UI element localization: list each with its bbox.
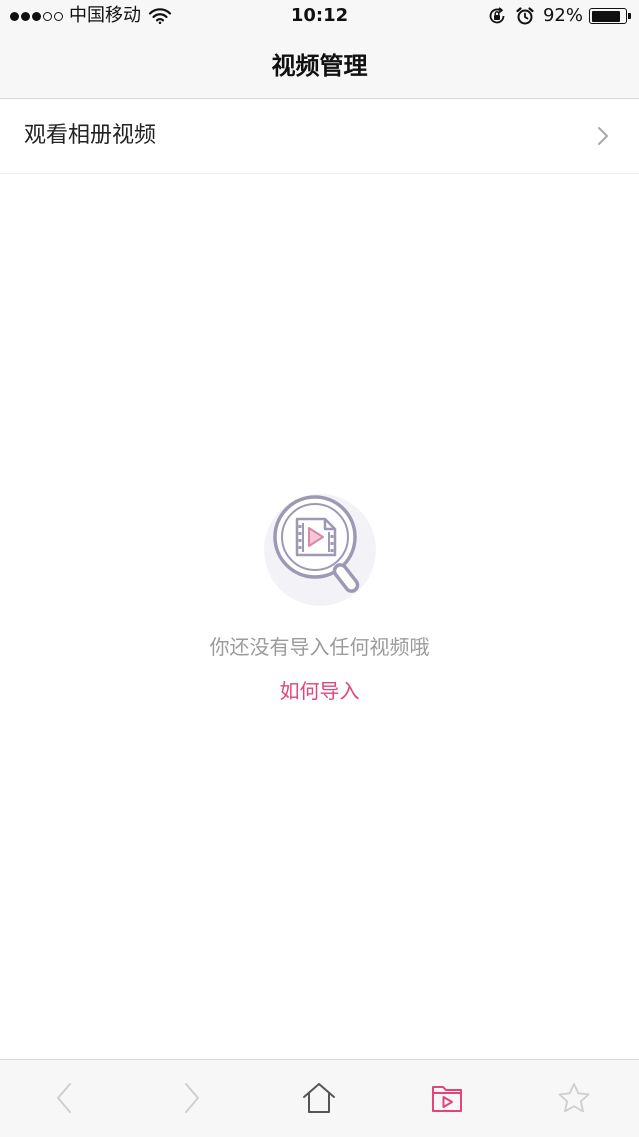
star-icon <box>558 1083 590 1113</box>
alarm-icon <box>516 7 534 25</box>
chevron-right-icon <box>185 1083 199 1113</box>
chevron-left-icon <box>57 1083 71 1113</box>
album-videos-label: 观看相册视频 <box>24 123 157 148</box>
chevron-right-icon <box>598 127 608 145</box>
how-to-import-link-row: 如何导入 <box>0 676 639 706</box>
page-title: 视频管理 <box>271 52 368 80</box>
orientation-lock-icon <box>489 7 505 24</box>
battery-cap <box>628 13 631 19</box>
video-search-icon <box>264 494 376 606</box>
video-folder-button[interactable] <box>429 1080 465 1116</box>
forward-button[interactable] <box>174 1080 210 1116</box>
back-button[interactable] <box>46 1080 82 1116</box>
status-right: 92% <box>487 5 631 27</box>
home-icon <box>303 1083 335 1113</box>
favorites-button[interactable] <box>556 1080 592 1116</box>
navigation-bar: 视频管理 <box>0 34 639 99</box>
battery-percent: 92% <box>542 5 583 26</box>
bottom-toolbar <box>0 1059 639 1137</box>
how-to-import-link[interactable]: 如何导入 <box>280 679 360 703</box>
status-bar: 中国移动 10:12 92% <box>0 0 639 34</box>
battery-level-fill <box>591 10 621 22</box>
video-folder-icon <box>432 1086 462 1112</box>
home-button[interactable] <box>301 1080 337 1116</box>
album-videos-row[interactable]: 观看相册视频 <box>0 99 639 174</box>
battery-icon <box>589 8 627 24</box>
empty-state-message: 你还没有导入任何视频哦 <box>209 635 430 659</box>
